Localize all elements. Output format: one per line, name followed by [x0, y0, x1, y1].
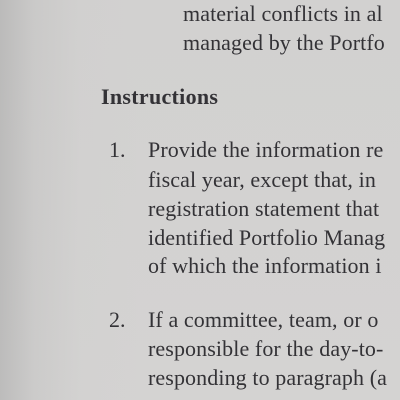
list-item-number: 2. — [109, 307, 126, 332]
list-item-line: responsible for the day-to- — [148, 336, 384, 361]
section-heading: Instructions — [101, 84, 219, 109]
list-item-line: registration statement that — [148, 196, 380, 221]
list-item-line: identified Portfolio Manag — [148, 225, 386, 250]
top-paragraph-line: managed by the Portfo — [183, 30, 385, 55]
list-item-line: of which the information i — [148, 253, 382, 278]
list-item-number: 1. — [109, 137, 126, 162]
list-item-line: If a committee, team, or o — [148, 307, 379, 332]
top-paragraph-line: material conflicts in al — [183, 1, 383, 26]
document-page: material conflicts in al managed by the … — [0, 0, 400, 400]
list-item-line: fiscal year, except that, in — [148, 167, 376, 192]
list-item-line: Provide the information re — [148, 137, 384, 162]
list-item-line: responding to paragraph (a — [148, 365, 388, 390]
